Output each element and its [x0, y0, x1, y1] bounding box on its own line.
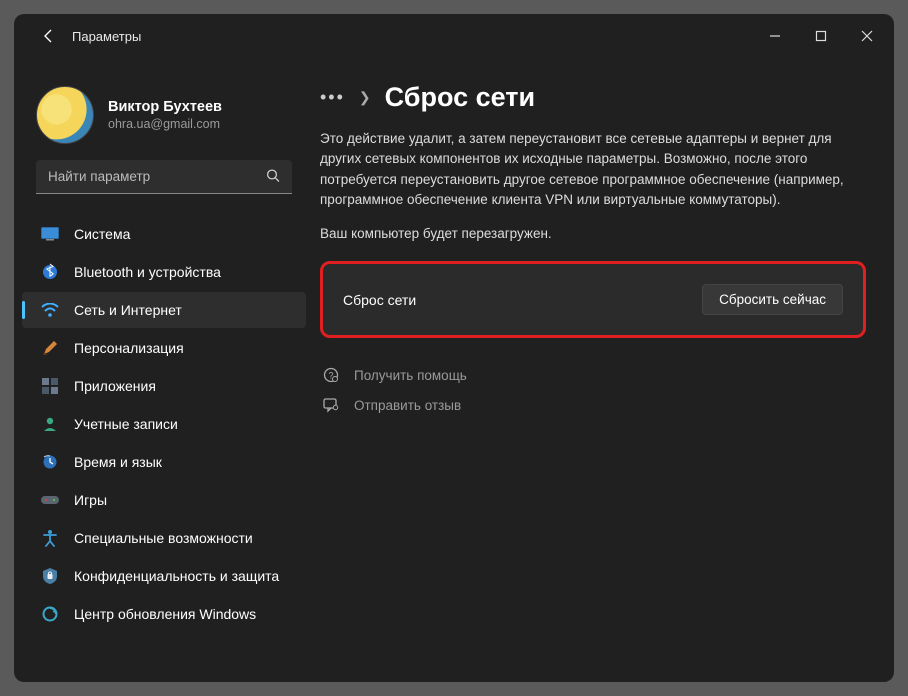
settings-window: Параметры Виктор Бухтеев ohra.ua@gmail.c…	[14, 14, 894, 682]
feedback-link[interactable]: Отправить отзыв	[320, 396, 866, 414]
page-title: Сброс сети	[385, 82, 535, 113]
sidebar-item-label: Игры	[74, 492, 107, 508]
title-bar: Параметры	[14, 14, 894, 58]
update-icon	[40, 604, 60, 624]
get-help-label: Получить помощь	[354, 368, 467, 383]
search-icon	[266, 169, 280, 186]
sidebar-item-label: Специальные возможности	[74, 530, 253, 546]
description-text: Это действие удалит, а затем переустанов…	[320, 129, 866, 210]
user-name: Виктор Бухтеев	[108, 99, 222, 115]
access-icon	[40, 528, 60, 548]
breadcrumb-ellipsis[interactable]: •••	[320, 87, 345, 108]
wifi-icon	[40, 300, 60, 320]
sidebar-item-label: Конфиденциальность и защита	[74, 568, 279, 584]
reset-card: Сброс сети Сбросить сейчас	[320, 261, 866, 338]
sidebar-item-label: Время и язык	[74, 454, 162, 470]
sidebar-item-label: Центр обновления Windows	[74, 606, 256, 622]
sidebar-item-label: Bluetooth и устройства	[74, 264, 221, 280]
user-info: Виктор Бухтеев ohra.ua@gmail.com	[108, 99, 222, 131]
sidebar-item-accounts[interactable]: Учетные записи	[22, 406, 306, 442]
feedback-icon	[322, 396, 340, 414]
warning-text: Ваш компьютер будет перезагружен.	[320, 226, 866, 241]
sidebar-item-network[interactable]: Сеть и Интернет	[22, 292, 306, 328]
window-controls	[752, 14, 890, 58]
search-wrap	[14, 160, 314, 194]
sidebar-item-label: Персонализация	[74, 340, 184, 356]
user-email: ohra.ua@gmail.com	[108, 117, 222, 131]
avatar	[36, 86, 94, 144]
account-icon	[40, 414, 60, 434]
main-panel: ••• ❯ Сброс сети Это действие удалит, а …	[314, 58, 894, 682]
minimize-button[interactable]	[752, 14, 798, 58]
content-area: Виктор Бухтеев ohra.ua@gmail.com Система…	[14, 58, 894, 682]
sidebar-item-label: Учетные записи	[74, 416, 178, 432]
sidebar-item-privacy[interactable]: Конфиденциальность и защита	[22, 558, 306, 594]
apps-icon	[40, 376, 60, 396]
games-icon	[40, 490, 60, 510]
help-icon: ?	[322, 366, 340, 384]
privacy-icon	[40, 566, 60, 586]
sidebar-item-label: Система	[74, 226, 130, 242]
get-help-link[interactable]: ? Получить помощь	[320, 366, 866, 384]
maximize-button[interactable]	[798, 14, 844, 58]
sidebar-item-personalization[interactable]: Персонализация	[22, 330, 306, 366]
sidebar-item-accessibility[interactable]: Специальные возможности	[22, 520, 306, 556]
nav-list: Система Bluetooth и устройства Сеть и Ин…	[14, 216, 314, 634]
sidebar-item-label: Приложения	[74, 378, 156, 394]
window-title: Параметры	[72, 29, 141, 44]
reset-now-button[interactable]: Сбросить сейчас	[702, 284, 843, 315]
reset-card-label: Сброс сети	[343, 292, 416, 308]
sidebar: Виктор Бухтеев ohra.ua@gmail.com Система…	[14, 58, 314, 682]
brush-icon	[40, 338, 60, 358]
chevron-right-icon: ❯	[359, 89, 371, 106]
close-button[interactable]	[844, 14, 890, 58]
bluetooth-icon	[40, 262, 60, 282]
sidebar-item-games[interactable]: Игры	[22, 482, 306, 518]
time-icon	[40, 452, 60, 472]
sidebar-item-bluetooth[interactable]: Bluetooth и устройства	[22, 254, 306, 290]
sidebar-item-time[interactable]: Время и язык	[22, 444, 306, 480]
search-input[interactable]	[36, 160, 292, 194]
breadcrumb: ••• ❯ Сброс сети	[320, 82, 866, 113]
sidebar-item-label: Сеть и Интернет	[74, 302, 182, 318]
system-icon	[40, 224, 60, 244]
sidebar-item-system[interactable]: Система	[22, 216, 306, 252]
feedback-label: Отправить отзыв	[354, 398, 461, 413]
user-block[interactable]: Виктор Бухтеев ohra.ua@gmail.com	[14, 86, 314, 160]
sidebar-item-update[interactable]: Центр обновления Windows	[22, 596, 306, 632]
sidebar-item-apps[interactable]: Приложения	[22, 368, 306, 404]
back-button[interactable]	[32, 19, 66, 53]
